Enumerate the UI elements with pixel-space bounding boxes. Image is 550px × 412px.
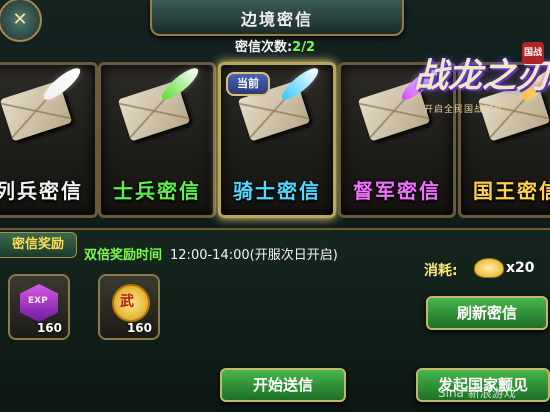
card-label: 列兵密信 [0,179,83,203]
letter-count-value: 2/2 [292,40,316,55]
double-time-value: 12:00-14:00(开服次日开启) [170,248,338,263]
card-private-letter[interactable]: 列兵密信 [0,62,98,218]
current-badge: 当前 [226,72,270,96]
card-label: 士兵密信 [113,179,201,203]
start-sending-button[interactable]: 开始送信 [220,368,346,402]
card-soldier-letter[interactable]: 士兵密信 [98,62,216,218]
game-logo: 战龙之刃 开启全民国战时代 国战 [400,40,550,128]
reward-item-wu[interactable]: 武 160 [98,274,160,340]
watermark: Sina 新浪游戏 [438,386,516,400]
refresh-letters-button[interactable]: 刷新密信 [426,296,548,330]
card-label: 骑士密信 [233,179,321,203]
letter-count-label: 密信次数: [234,40,293,55]
logo-subtitle: 开启全民国战时代 [424,105,505,115]
item-quantity: 160 [36,321,62,335]
reward-tag: 密信奖励 [0,232,77,258]
wu-coin-text: 武 [120,294,134,310]
double-reward-time: 双倍奖励时间 12:00-14:00(开服次日开启) [84,244,338,263]
logo-seal: 国战 [522,42,544,64]
cost-value: x20 [506,260,535,276]
gold-ingot-icon [474,258,504,278]
item-quantity: 160 [126,321,152,335]
cost-label: 消耗: [424,263,458,279]
double-time-label: 双倍奖励时间 [84,248,163,263]
reward-item-exp[interactable]: EXP 160 [8,274,70,340]
card-label: 督军密信 [353,179,441,203]
page-title: 边境密信 [240,10,313,29]
game-screen: ✕ 边境密信 密信次数:2/2 列兵密信 士兵密信 骑士密信 督军密信 国王密 … [0,0,550,412]
exp-gem-text: EXP [28,296,48,306]
card-label: 国王密信 [473,179,550,203]
title-bar: 边境密信 [150,0,404,36]
